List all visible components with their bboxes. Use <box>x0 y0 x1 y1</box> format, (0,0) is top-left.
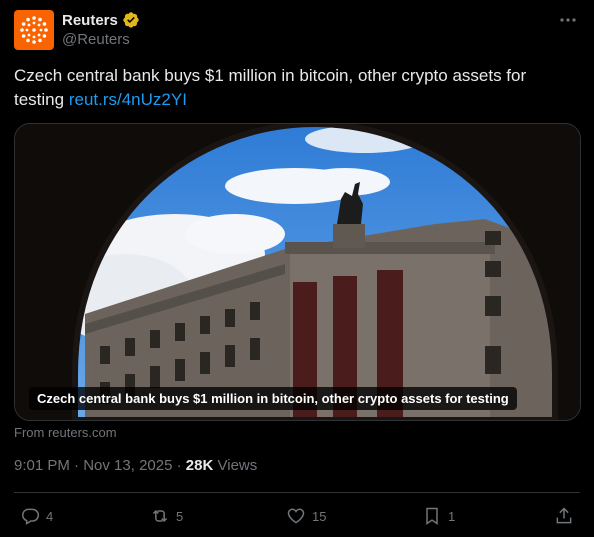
tweet-meta: 9:01 PM · Nov 13, 2025 · 28K Views <box>14 457 257 474</box>
tweet-date[interactable]: Nov 13, 2025 <box>83 457 172 474</box>
meta-separator: · <box>176 457 186 474</box>
card-source[interactable]: From reuters.com <box>14 425 117 440</box>
repost-button[interactable]: 5 <box>150 506 183 526</box>
heart-icon <box>287 508 305 524</box>
bookmark-button[interactable]: 1 <box>422 506 455 526</box>
tweet-text: Czech central bank buys $1 million in bi… <box>14 64 580 112</box>
reply-count: 4 <box>46 508 54 524</box>
like-button[interactable]: 15 <box>286 506 326 526</box>
tweet-actions: 4 5 15 1 <box>0 500 594 534</box>
share-icon <box>556 507 572 524</box>
author-name-row: Reuters <box>62 11 140 29</box>
reuters-logo-icon[interactable] <box>14 10 54 50</box>
czech-national-bank-building-image <box>15 124 580 420</box>
bookmark-count: 1 <box>448 508 456 524</box>
reply-button[interactable]: 4 <box>20 506 53 526</box>
repost-icon <box>152 509 168 523</box>
repost-count: 5 <box>176 508 184 524</box>
author-name[interactable]: Reuters <box>62 12 118 29</box>
views-count: 28K <box>185 457 214 474</box>
reply-icon <box>22 508 40 525</box>
like-count: 15 <box>312 508 327 524</box>
divider <box>14 492 580 493</box>
author-handle[interactable]: @Reuters <box>62 31 130 48</box>
gold-verified-badge-icon <box>123 12 139 28</box>
bookmark-icon <box>426 507 438 525</box>
tweet-header: Reuters @Reuters <box>14 10 580 50</box>
link-card[interactable]: Czech central bank buys $1 million in bi… <box>14 123 581 421</box>
meta-separator: · <box>74 457 84 474</box>
share-button[interactable] <box>554 506 574 526</box>
tweet-link[interactable]: reut.rs/4nUz2YI <box>69 90 187 109</box>
tweet-time[interactable]: 9:01 PM <box>14 457 70 474</box>
card-headline: Czech central bank buys $1 million in bi… <box>29 387 517 410</box>
views-label: Views <box>217 457 258 474</box>
more-options-icon[interactable] <box>558 12 578 28</box>
